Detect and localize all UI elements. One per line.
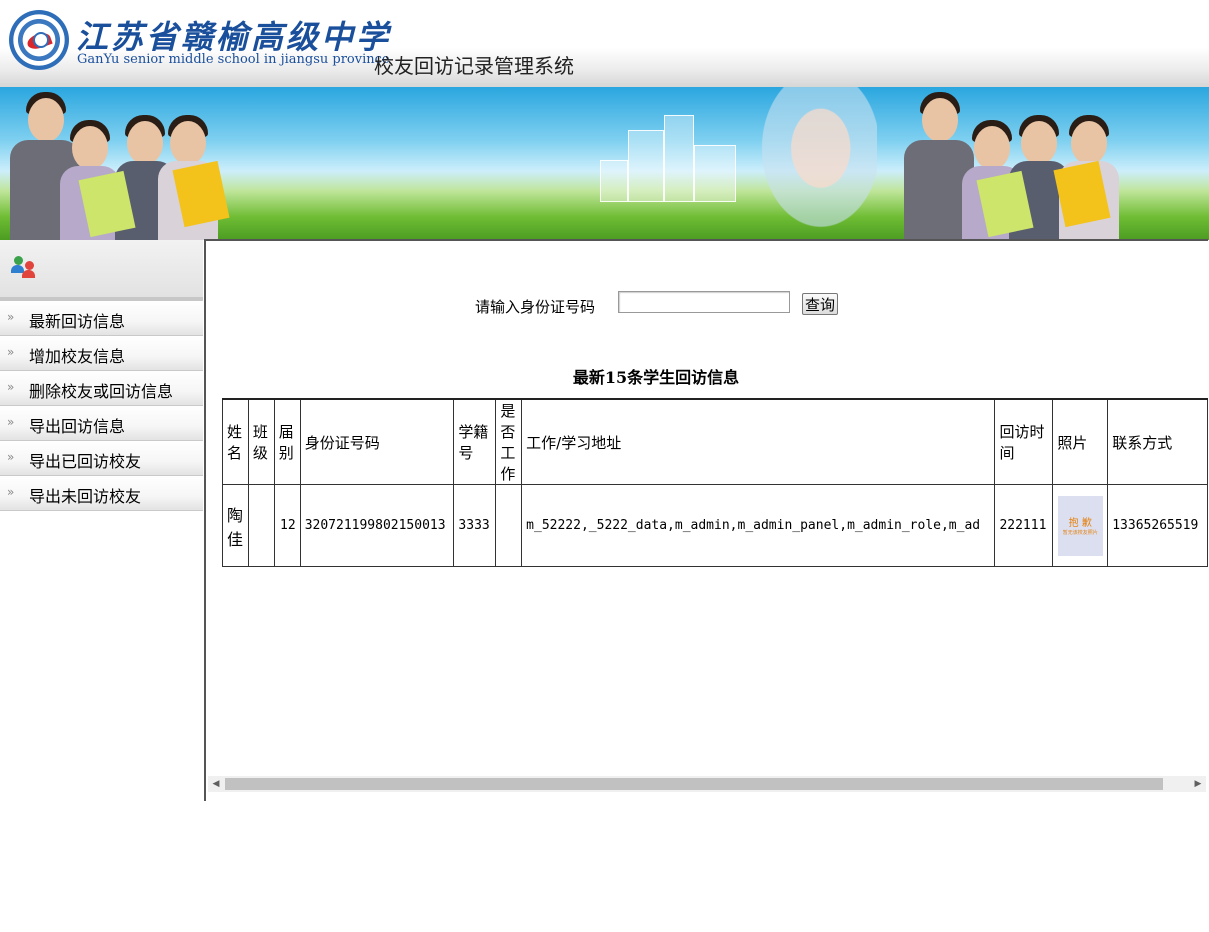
column-header-name: 姓名: [222, 398, 249, 485]
column-header-contact: 联系方式: [1107, 398, 1208, 485]
sidebar-item-export-visits[interactable]: » 导出回访信息: [0, 406, 203, 441]
chevron-double-right-icon: »: [7, 345, 15, 359]
column-header-class: 班级: [247, 398, 275, 485]
column-header-address: 工作/学习地址: [521, 398, 996, 485]
cell-student-no: 3333: [453, 484, 497, 567]
photo-placeholder-title: 抱 歉: [1068, 517, 1092, 529]
search-label: 请输入身份证号码: [475, 298, 596, 316]
sidebar-item-label: 最新回访信息: [29, 312, 126, 331]
page-header: 江苏省赣榆高级中学 GanYu senior middle school in …: [0, 0, 1209, 87]
column-header-id-number: 身份证号码: [299, 398, 455, 485]
sidebar-item-label: 增加校友信息: [29, 347, 126, 366]
table-row: 陶佳 12 320721199802150013 3333 m_52222,_5…: [222, 484, 1208, 567]
photo-placeholder-image[interactable]: 抱 歉 暂无该校友照片: [1057, 495, 1103, 556]
sidebar-item-label: 导出未回访校友: [29, 487, 142, 506]
cell-class: [247, 484, 275, 567]
column-header-visit-time: 回访时间: [994, 398, 1054, 485]
sidebar-item-label: 导出回访信息: [29, 417, 126, 436]
visit-records-table: 姓名 班级 届别 身份证号码 学籍号 是否工作 工作/学习地址 回访时间 照片 …: [222, 398, 1208, 567]
users-icon: [11, 256, 37, 280]
cell-id-number: 320721199802150013: [299, 484, 455, 567]
school-name-english: GanYu senior middle school in jiangsu pr…: [77, 52, 390, 67]
cell-name: 陶佳: [222, 484, 249, 567]
table-header-row: 姓名 班级 届别 身份证号码 学籍号 是否工作 工作/学习地址 回访时间 照片 …: [222, 398, 1208, 485]
sidebar-item-label: 删除校友或回访信息: [29, 382, 174, 401]
search-button[interactable]: 查询: [802, 293, 838, 315]
cell-working: [495, 484, 523, 567]
system-title: 校友回访记录管理系统: [374, 54, 574, 78]
sidebar-item-add-alumni[interactable]: » 增加校友信息: [0, 336, 203, 371]
header-banner: [0, 87, 1209, 240]
chevron-double-right-icon: »: [7, 310, 15, 324]
chevron-double-right-icon: »: [7, 485, 15, 499]
main-content: 请输入身份证号码 查询 最新15条学生回访信息 姓名 班级 届别 身份证号码 学…: [204, 239, 1208, 801]
scroll-left-icon[interactable]: ◀: [208, 776, 224, 792]
column-header-student-no: 学籍号: [453, 398, 497, 485]
scroll-right-icon[interactable]: ▶: [1190, 776, 1206, 792]
business-people-image-right: [874, 87, 1209, 240]
chevron-double-right-icon: »: [7, 450, 15, 464]
school-logo-icon: [9, 10, 69, 70]
girl-portrait-image: [752, 87, 877, 240]
cell-address: m_52222,_5222_data,m_admin,m_admin_panel…: [521, 484, 996, 567]
sidebar-item-delete-records[interactable]: » 删除校友或回访信息: [0, 371, 203, 406]
column-header-session: 届别: [273, 398, 301, 485]
sidebar-item-export-unvisited[interactable]: » 导出未回访校友: [0, 476, 203, 511]
sidebar: » 最新回访信息 » 增加校友信息 » 删除校友或回访信息 » 导出回访信息 »…: [0, 240, 203, 800]
cell-photo: 抱 歉 暂无该校友照片: [1052, 484, 1109, 567]
sidebar-item-latest-visits[interactable]: » 最新回访信息: [0, 301, 203, 336]
business-people-image-left: [0, 87, 230, 240]
photo-placeholder-subtitle: 暂无该校友照片: [1062, 529, 1098, 536]
horizontal-scrollbar[interactable]: ◀ ▶: [208, 776, 1206, 792]
chevron-double-right-icon: »: [7, 415, 15, 429]
column-header-working: 是否工作: [495, 398, 523, 485]
sidebar-header: [0, 240, 203, 301]
cell-session: 12: [273, 484, 301, 567]
column-header-photo: 照片: [1052, 398, 1109, 485]
cell-contact: 13365265519: [1107, 484, 1208, 567]
chevron-double-right-icon: »: [7, 380, 15, 394]
table-caption: 最新15条学生回访信息: [572, 368, 740, 387]
sidebar-item-export-visited[interactable]: » 导出已回访校友: [0, 441, 203, 476]
scrollbar-thumb[interactable]: [225, 778, 1163, 790]
city-skyline-illustration: [600, 115, 740, 202]
sidebar-item-label: 导出已回访校友: [29, 452, 142, 471]
id-number-search-input[interactable]: [618, 291, 790, 313]
cell-visit-time: 222111: [994, 484, 1054, 567]
